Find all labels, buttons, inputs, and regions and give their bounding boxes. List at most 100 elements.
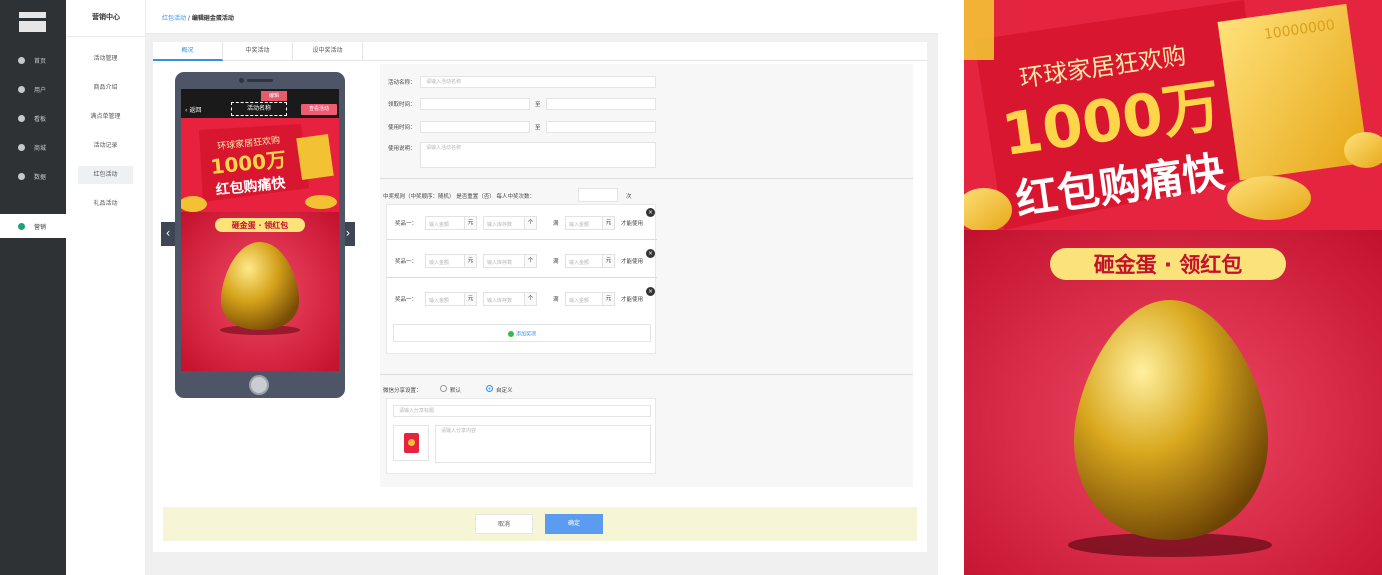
breadcrumb-link[interactable]: 红包活动	[162, 15, 186, 22]
use-start-input[interactable]	[420, 121, 530, 133]
subnav-item-product-intro[interactable]: 商品介绍	[78, 79, 133, 97]
user-icon	[18, 85, 25, 93]
sidebar-item-user[interactable]: 用户	[0, 77, 66, 101]
app-logo[interactable]	[19, 12, 46, 32]
prev-arrow[interactable]: ‹	[161, 222, 175, 246]
prize-count-unit: 个	[525, 292, 537, 306]
breadcrumb: 红包活动 / 编辑砸金蛋活动	[146, 0, 938, 34]
prize-rule-text: 中奖规则（中奖顺序：随机） 是否重置（否） 每人中奖次数：	[383, 194, 535, 200]
prize-threshold-unit: 元	[603, 216, 615, 230]
prize-label: 奖品一：	[395, 259, 418, 265]
prize-amount-unit: 元	[465, 292, 477, 306]
use-end-input[interactable]	[546, 121, 656, 133]
times-unit: 次	[626, 194, 632, 200]
phone-home-button	[249, 375, 269, 395]
divider	[66, 36, 146, 37]
prize-list: 奖品一： 输入金额 元 输入库存数 个 满 输入金额 元 才能使用 奖品一： 输…	[386, 204, 657, 354]
sidebar-item-shop[interactable]: 商城	[0, 135, 66, 159]
red-packet-icon	[404, 433, 419, 453]
tab-set-winning[interactable]: 设中奖活动	[293, 42, 363, 61]
editor-card: 概况 中奖活动 设中奖活动 ‹ › ‹ 返回 活动名称 编辑 查看活动 环球家居…	[153, 42, 927, 552]
home-icon	[18, 56, 25, 64]
remove-prize-icon[interactable]: ×	[646, 208, 655, 217]
phone-navbar: ‹ 返回 活动名称 编辑 查看活动	[181, 91, 339, 118]
phone-egg-image: 砸金蛋 · 领红包	[181, 212, 339, 371]
form-footer: 取消 确定	[163, 507, 917, 541]
main-content: 红包活动 / 编辑砸金蛋活动 概况 中奖活动 设中奖活动 ‹ › ‹ 返回 活动…	[146, 0, 938, 575]
receive-time-label: 领取时间：	[388, 102, 416, 108]
confirm-button[interactable]: 确定	[545, 514, 603, 534]
divider	[380, 374, 913, 375]
prize-row: 奖品一： 输入金额 元 输入库存数 个 满 输入金额 元 才能使用	[387, 211, 657, 235]
remove-prize-icon[interactable]: ×	[646, 287, 655, 296]
divider	[387, 239, 657, 240]
prize-threshold-input[interactable]: 输入金额	[565, 292, 603, 306]
sidebar-item-home[interactable]: 首页	[0, 48, 66, 72]
back-button[interactable]: ‹ 返回	[185, 105, 201, 114]
prize-amount-unit: 元	[465, 254, 477, 268]
phone-ribbon-text: 砸金蛋 · 领红包	[232, 220, 289, 230]
activity-form: 活动名称： 请输入活动名称 领取时间： 至 使用时间： 至 使用说明： 请输入活…	[380, 64, 913, 487]
share-default-radio[interactable]	[440, 385, 447, 392]
edit-tag[interactable]: 编辑	[261, 91, 287, 101]
use-time-label: 使用时间：	[388, 125, 416, 131]
prize-amount-input[interactable]: 输入金额	[425, 292, 465, 306]
full-label: 满	[553, 259, 559, 265]
add-circle-icon	[507, 331, 514, 337]
rules-label: 使用说明：	[388, 146, 416, 152]
share-thumbnail[interactable]	[393, 425, 429, 461]
sidebar-item-marketing[interactable]: 营销	[0, 214, 66, 238]
divider	[380, 178, 913, 179]
prize-count-input[interactable]: 输入库存数	[483, 292, 525, 306]
prize-threshold-input[interactable]: 输入金额	[565, 216, 603, 230]
main-sidebar: 首页 用户 看板 商城 数据 营销	[0, 0, 66, 575]
sidebar-item-dashboard[interactable]: 看板	[0, 106, 66, 130]
share-default-label: 默认	[450, 388, 462, 394]
usable-text: 才能使用	[621, 297, 644, 303]
prize-count-input[interactable]: 输入库存数	[483, 254, 525, 268]
name-label: 活动名称：	[388, 80, 416, 86]
phone-preview: ‹ 返回 活动名称 编辑 查看活动 环球家居狂欢购 1000万 红包购痛快 砸金…	[175, 72, 345, 398]
receive-end-input[interactable]	[546, 98, 656, 110]
share-desc-textarea[interactable]: 请输入分享内容	[435, 425, 651, 463]
phone-screen: ‹ 返回 活动名称 编辑 查看活动 环球家居狂欢购 1000万 红包购痛快 砸金…	[181, 89, 339, 371]
remove-prize-icon[interactable]: ×	[646, 249, 655, 258]
activity-name-input[interactable]: 请输入活动名称	[420, 76, 656, 88]
rules-textarea[interactable]: 请输入活动名称	[420, 142, 656, 168]
tab-overview[interactable]: 概况	[153, 42, 223, 61]
full-label: 满	[553, 297, 559, 303]
subnav-item-order-manage[interactable]: 满点单管理	[78, 108, 133, 126]
share-label: 微信分享设置：	[383, 388, 422, 394]
prize-row: 奖品一： 输入金额 元 输入库存数 个 满 输入金额 元 才能使用	[387, 249, 657, 273]
subnav-title: 营销中心	[92, 13, 120, 21]
sidebar-item-data[interactable]: 数据	[0, 164, 66, 188]
prize-label: 奖品一：	[395, 221, 418, 227]
use-to-label: 至	[535, 125, 541, 131]
prize-threshold-input[interactable]: 输入金额	[565, 254, 603, 268]
subnav-item-activity-manage[interactable]: 活动管理	[78, 50, 133, 68]
subnav-item-gift[interactable]: 礼品活动	[78, 195, 133, 213]
prize-count-input[interactable]: 输入库存数	[483, 216, 525, 230]
add-prize-button[interactable]: 添加奖项	[393, 324, 651, 342]
share-title-input[interactable]: 请输入分享标题	[393, 405, 651, 417]
times-per-person-input[interactable]	[578, 188, 618, 202]
receive-to-label: 至	[535, 102, 541, 108]
share-custom-radio[interactable]	[486, 385, 493, 392]
full-label: 满	[553, 221, 559, 227]
prize-amount-input[interactable]: 输入金额	[425, 216, 465, 230]
tab-bar: 概况 中奖活动 设中奖活动	[153, 42, 927, 61]
poster-image: 10000000 环球家居狂欢购 1000万 红包购痛快 砸金蛋 · 领红包	[964, 0, 1382, 575]
prize-label: 奖品一：	[395, 297, 418, 303]
subnav-item-red-packet[interactable]: 红包活动	[78, 166, 133, 184]
divider	[387, 277, 657, 278]
usable-text: 才能使用	[621, 221, 644, 227]
view-activity-pill[interactable]: 查看活动	[301, 104, 337, 115]
prize-count-unit: 个	[525, 216, 537, 230]
phone-title-box[interactable]: 活动名称	[231, 102, 287, 116]
receive-start-input[interactable]	[420, 98, 530, 110]
subnav-item-activity-log[interactable]: 活动记录	[78, 137, 133, 155]
cancel-button[interactable]: 取消	[475, 514, 533, 534]
prize-amount-input[interactable]: 输入金额	[425, 254, 465, 268]
prize-threshold-unit: 元	[603, 292, 615, 306]
tab-winning-activity[interactable]: 中奖活动	[223, 42, 293, 61]
